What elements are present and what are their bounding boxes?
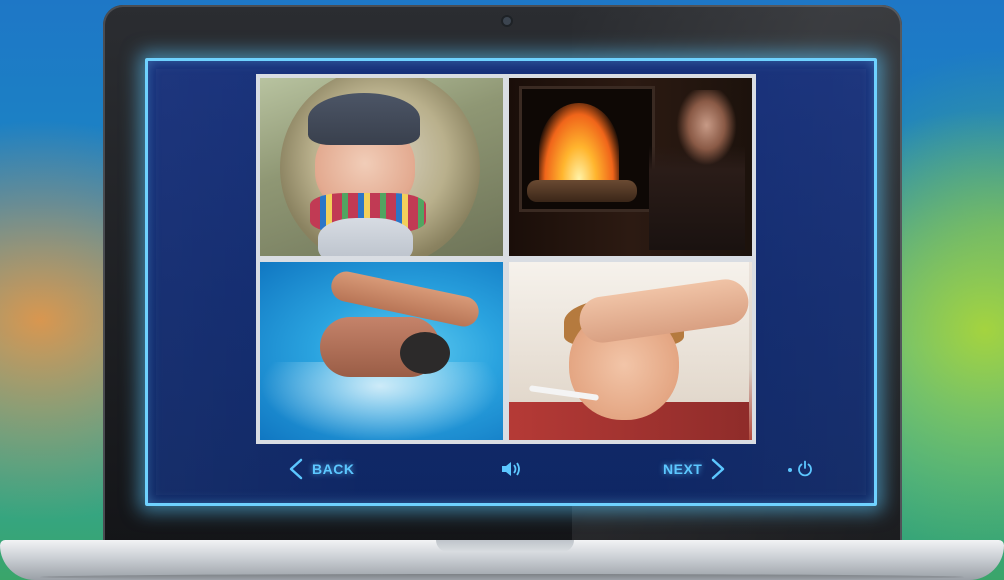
next-button[interactable]: NEXT xyxy=(663,458,726,480)
photo-sick-child[interactable] xyxy=(509,262,752,440)
photo-cold-child[interactable] xyxy=(260,78,503,256)
photo-grid xyxy=(256,74,756,444)
control-bar: BACK NEXT xyxy=(148,451,868,491)
chevron-left-icon xyxy=(288,458,304,480)
next-label: NEXT xyxy=(663,461,703,477)
back-label: BACK xyxy=(312,461,355,477)
back-button[interactable]: BACK xyxy=(288,458,354,480)
photo-fireplace[interactable] xyxy=(509,78,752,256)
photo-swimmer[interactable] xyxy=(260,262,503,440)
laptop-notch xyxy=(436,540,574,552)
dot-indicator xyxy=(786,460,796,478)
webcam xyxy=(503,17,511,25)
power-button[interactable] xyxy=(786,460,814,478)
power-icon xyxy=(796,460,814,478)
sound-button[interactable] xyxy=(500,460,524,478)
speaker-icon xyxy=(500,460,524,478)
chevron-right-icon xyxy=(710,458,726,480)
laptop-screen: BACK NEXT xyxy=(145,58,877,506)
